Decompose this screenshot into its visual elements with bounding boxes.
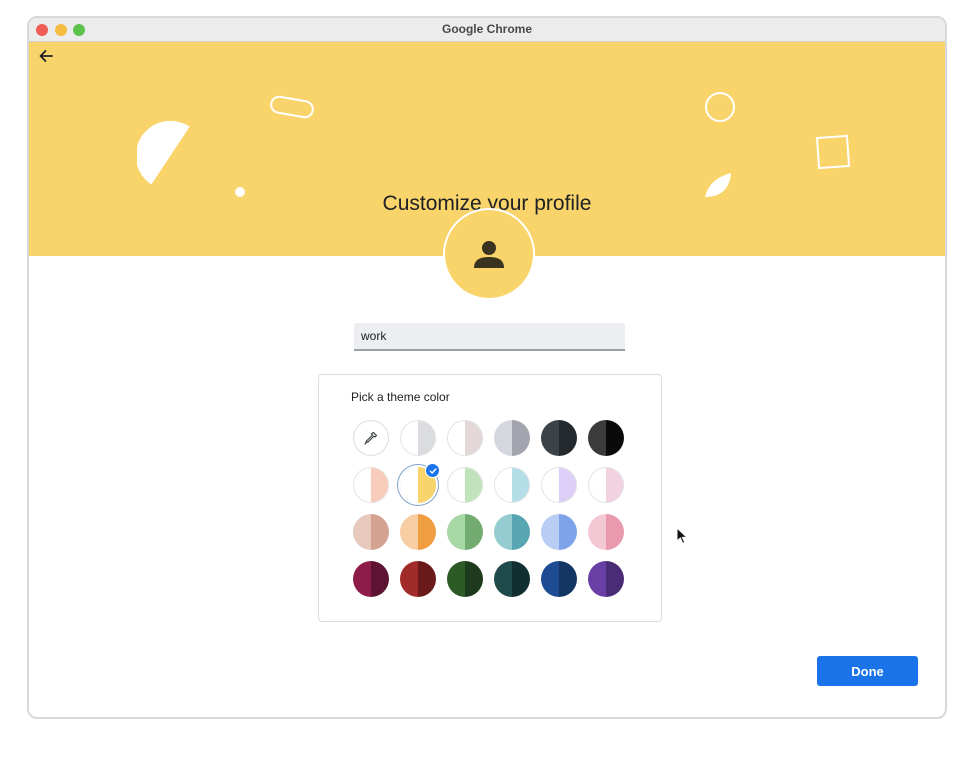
theme-swatch[interactable] — [541, 514, 577, 550]
title-bar: Google Chrome — [29, 18, 945, 42]
theme-swatch[interactable] — [588, 420, 624, 456]
theme-swatch[interactable] — [353, 561, 389, 597]
done-button[interactable]: Done — [817, 656, 918, 686]
theme-swatch[interactable] — [400, 514, 436, 550]
eyedropper-icon — [364, 431, 378, 445]
checkmark-icon — [425, 463, 440, 478]
theme-swatch[interactable] — [400, 561, 436, 597]
theme-swatch[interactable] — [541, 561, 577, 597]
theme-swatch[interactable] — [353, 467, 389, 503]
theme-swatch[interactable] — [588, 561, 624, 597]
profile-name-input[interactable] — [354, 323, 625, 351]
custom-color-button[interactable] — [353, 420, 389, 456]
theme-swatch[interactable] — [494, 561, 530, 597]
theme-swatch[interactable] — [353, 514, 389, 550]
square-shape — [815, 134, 851, 170]
theme-swatch[interactable] — [447, 467, 483, 503]
theme-swatch[interactable] — [447, 561, 483, 597]
chrome-window: Google Chrome Customize your profile wor… — [27, 16, 947, 719]
theme-picker-title: Pick a theme color — [351, 390, 450, 404]
mouse-cursor-icon — [676, 527, 688, 545]
theme-swatch[interactable] — [494, 420, 530, 456]
back-button[interactable] — [35, 45, 57, 67]
theme-swatch-grid — [353, 420, 624, 597]
theme-swatch[interactable] — [447, 420, 483, 456]
half-circle-shape — [137, 120, 190, 184]
theme-swatch[interactable] — [541, 467, 577, 503]
profile-avatar — [443, 208, 535, 300]
theme-swatch[interactable] — [447, 514, 483, 550]
arrow-left-icon — [39, 50, 53, 62]
theme-swatch-selected[interactable] — [400, 463, 440, 503]
theme-color-picker: Pick a theme color — [318, 374, 662, 622]
theme-swatch[interactable] — [494, 514, 530, 550]
theme-swatch[interactable] — [400, 420, 436, 456]
ring-shape — [705, 92, 735, 122]
person-icon — [474, 241, 504, 268]
pill-shape — [270, 95, 314, 119]
theme-swatch[interactable] — [588, 514, 624, 550]
theme-swatch[interactable] — [494, 467, 530, 503]
theme-swatch[interactable] — [588, 467, 624, 503]
theme-swatch[interactable] — [541, 420, 577, 456]
window-title: Google Chrome — [441, 22, 532, 36]
